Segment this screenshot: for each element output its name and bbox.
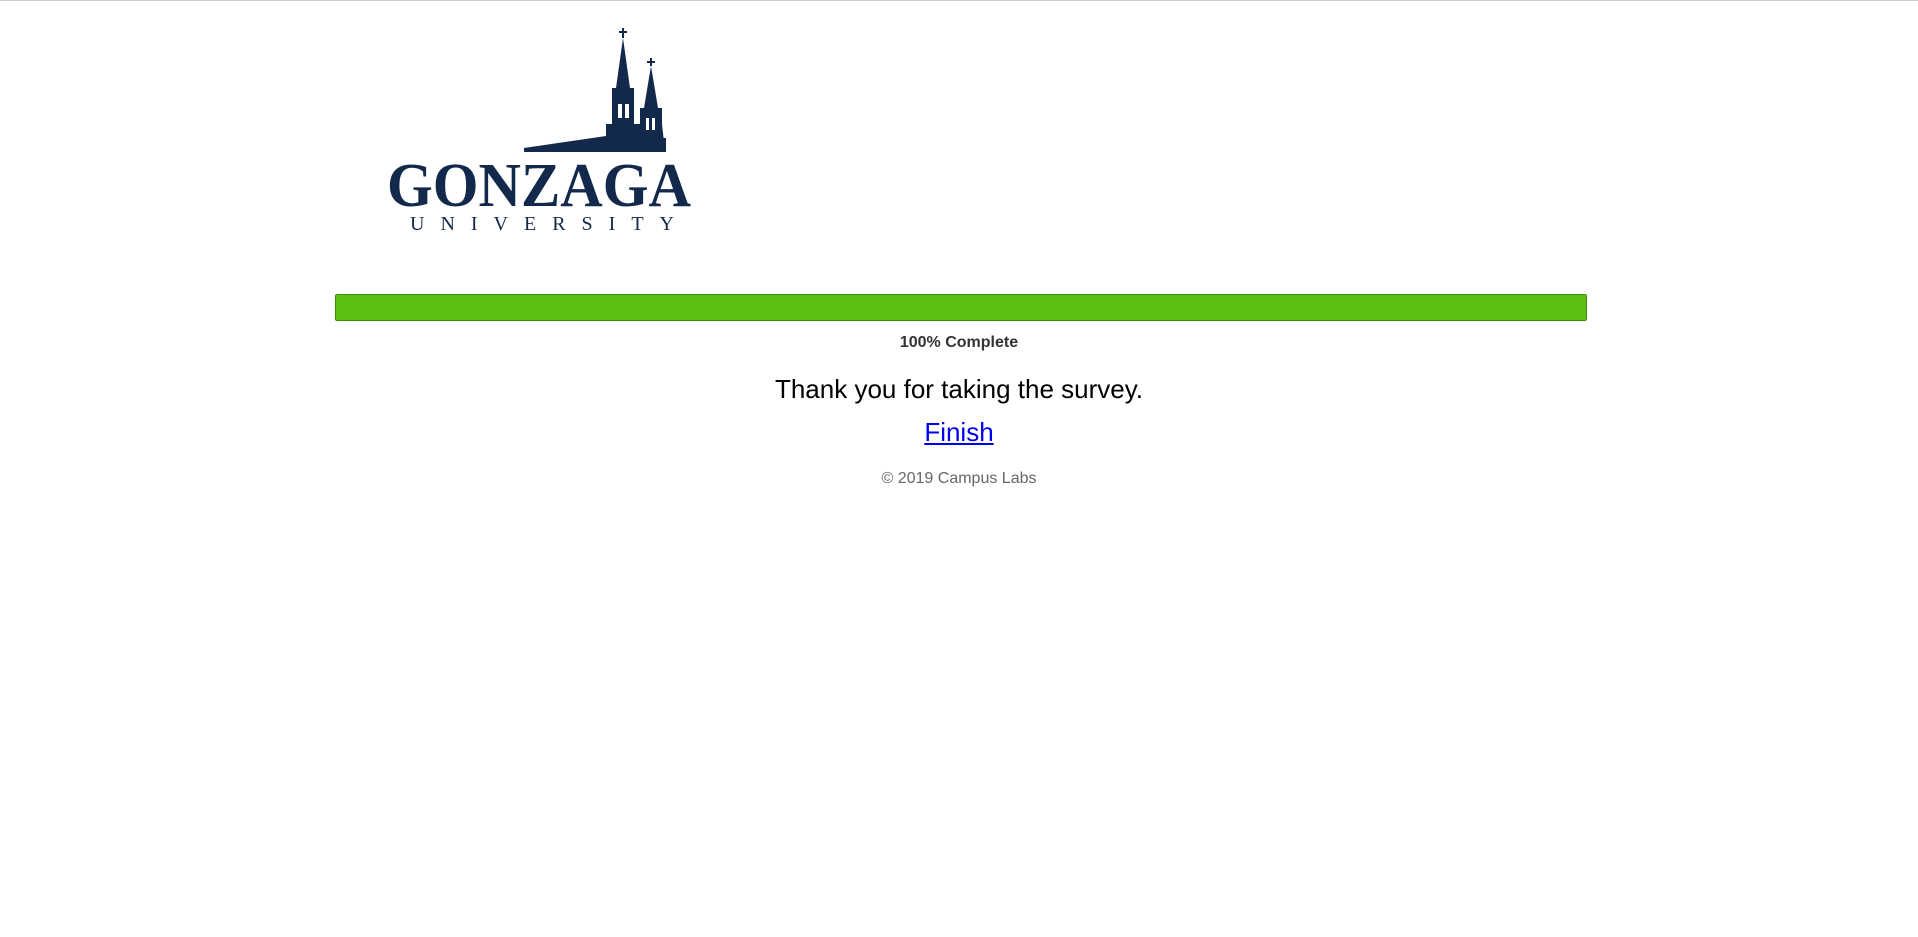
survey-complete-page: GONZAGA UNIVERSITY 100% Complete Thank y… [0, 0, 1918, 937]
university-logo: GONZAGA UNIVERSITY [384, 26, 694, 232]
progress-bar [335, 294, 1587, 321]
progress-label: 100% Complete [899, 334, 1019, 351]
copyright-footer: © 2019 Campus Labs [881, 470, 1037, 487]
progress-bar-fill [336, 295, 1586, 320]
finish-container: Finish [0, 417, 1918, 448]
finish-link[interactable]: Finish [924, 417, 993, 447]
thank-you-message: Thank you for taking the survey. [774, 374, 1144, 404]
logo-wordmark: GONZAGA [387, 152, 691, 220]
